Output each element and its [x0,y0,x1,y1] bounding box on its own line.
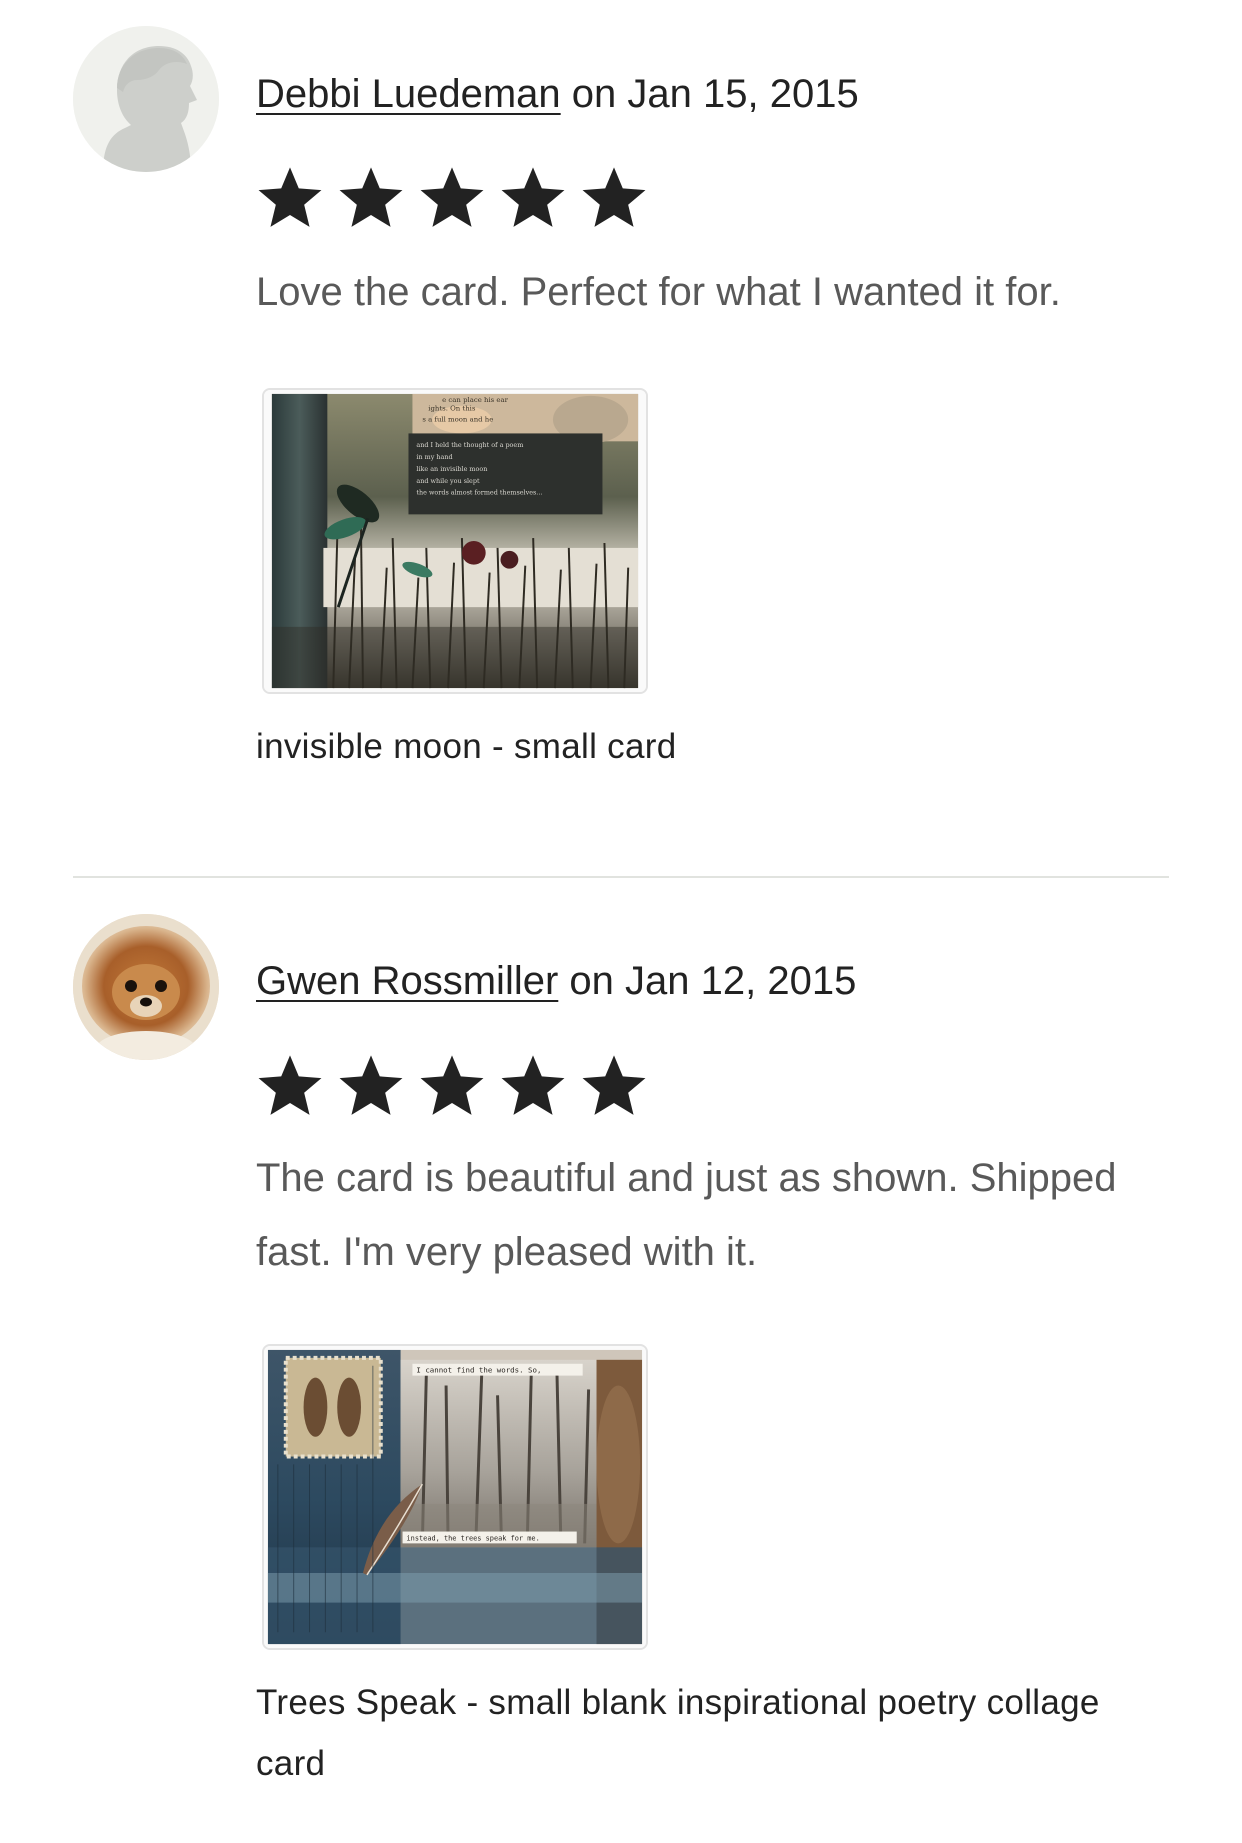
review-date: Jan 15, 2015 [627,72,859,116]
item-thumbnail[interactable]: I cannot find the words. So, instead, th… [262,1344,648,1650]
item-title-link[interactable]: invisible moon - small card [256,716,1186,777]
reviewer-name-link[interactable]: Gwen Rossmiller [256,959,558,1003]
star-icon [501,167,565,227]
star-rating [256,1052,648,1120]
review-text: Love the card. Perfect for what I wanted… [256,270,1061,314]
star-icon [420,1055,484,1115]
review-text: The card is beautiful and just as shown.… [256,1156,1117,1274]
card-bottom-text: instead, the trees speak for me. [407,1534,540,1542]
card-top-text: I cannot find the words. So, [416,1366,541,1375]
star-icon [420,167,484,227]
star-icon [258,1055,322,1115]
item-thumbnail[interactable]: e can place his ear ights. On this s a f… [262,388,648,694]
star-icon [582,1055,646,1115]
avatar[interactable] [73,26,219,172]
review-date: Jan 12, 2015 [625,959,857,1003]
star-icon [501,1055,565,1115]
trees-speak-card-image: I cannot find the words. So, instead, th… [264,1346,646,1648]
pomeranian-photo [73,914,219,1060]
star-icon [339,1055,403,1115]
review-header: Gwen Rossmiller on Jan 12, 2015 [256,956,856,1006]
review-header: Debbi Luedeman on Jan 15, 2015 [256,69,859,119]
star-rating [256,164,648,232]
avatar[interactable] [73,914,219,1060]
date-prefix: on [558,959,626,1003]
invisible-moon-card-image: e can place his ear ights. On this s a f… [264,390,646,692]
star-icon [582,167,646,227]
reviewer-name-link[interactable]: Debbi Luedeman [256,72,561,116]
review-divider [73,876,1169,878]
item-title-link[interactable]: Trees Speak - small blank inspirational … [256,1672,1126,1794]
star-icon [258,167,322,227]
date-prefix: on [560,72,628,116]
star-icon [339,167,403,227]
default-user-silhouette-icon [73,26,219,172]
